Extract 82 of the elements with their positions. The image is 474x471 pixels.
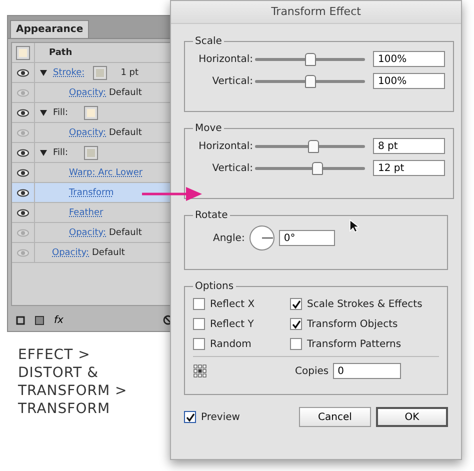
attribute-value: Default: [109, 128, 142, 138]
slider[interactable]: [255, 52, 365, 66]
checkbox[interactable]: [290, 318, 302, 330]
attribute-link[interactable]: Stroke:: [53, 68, 85, 78]
arrow-drawing: [142, 186, 202, 202]
attribute-link[interactable]: Feather: [69, 208, 104, 218]
slider[interactable]: [255, 74, 365, 88]
checkbox[interactable]: [193, 298, 205, 310]
group-title: Move: [194, 123, 223, 134]
checkbox[interactable]: [290, 338, 302, 350]
angle-dial[interactable]: [248, 225, 275, 251]
option-label: Scale Strokes & Effects: [307, 298, 422, 310]
option-label: Transform Patterns: [307, 338, 402, 350]
option-label: Reflect X: [210, 298, 255, 310]
slider-label: Vertical:: [211, 76, 253, 86]
dialog-button[interactable]: OK: [376, 407, 448, 427]
slider-thumb[interactable]: [305, 74, 316, 88]
eye-icon[interactable]: [17, 108, 29, 116]
square-icon[interactable]: [35, 316, 44, 324]
slider-label: Horizontal:: [198, 54, 253, 64]
attribute-value: Default: [92, 248, 125, 258]
fx-button[interactable]: fx: [54, 314, 64, 326]
caption-line: TRANSFORM: [18, 400, 112, 418]
panel-tab[interactable]: Appearance: [10, 20, 90, 38]
eye-icon[interactable]: [17, 168, 29, 176]
attribute-value: 1 pt: [120, 68, 139, 78]
slider-label: Horizontal:: [198, 140, 253, 152]
reference-point-icon[interactable]: [193, 364, 207, 378]
triangle-icon[interactable]: [40, 150, 47, 156]
object-label: Path: [49, 48, 72, 58]
checkbox[interactable]: [184, 411, 196, 423]
value-field[interactable]: 100%: [373, 51, 445, 67]
slider[interactable]: [255, 162, 365, 174]
attribute-link[interactable]: Warp: Arc Lower: [69, 168, 143, 178]
cursor-icon: [349, 219, 359, 233]
slider[interactable]: [255, 140, 365, 152]
attribute-link[interactable]: Transform: [69, 188, 114, 198]
triangle-icon[interactable]: [40, 70, 47, 76]
color-swatch[interactable]: [84, 106, 98, 120]
slider-thumb[interactable]: [312, 162, 323, 174]
slider-thumb[interactable]: [305, 52, 316, 66]
triangle-icon[interactable]: [40, 110, 47, 116]
dialog-title: Transform Effect: [171, 1, 461, 24]
attribute-label: Fill:: [53, 108, 68, 118]
angle-field[interactable]: 0°: [278, 230, 335, 246]
color-swatch[interactable]: [92, 66, 107, 80]
group-title: Rotate: [194, 210, 229, 221]
eye-icon[interactable]: [17, 68, 29, 76]
group-title: Options: [194, 281, 235, 292]
eye-icon[interactable]: [17, 188, 29, 196]
copies-field[interactable]: 0: [332, 363, 401, 379]
color-swatch[interactable]: [16, 46, 30, 60]
checkbox[interactable]: [193, 338, 205, 350]
slider-thumb[interactable]: [308, 140, 320, 152]
value-field[interactable]: 12 pt: [373, 160, 445, 176]
attribute-value: Default: [109, 228, 142, 238]
value-field[interactable]: 8 pt: [373, 138, 445, 154]
color-swatch[interactable]: [84, 146, 98, 160]
option-label: Transform Objects: [307, 318, 398, 330]
attribute-label: Fill:: [53, 148, 68, 158]
eye-icon[interactable]: [17, 208, 29, 216]
dialog-button[interactable]: Cancel: [299, 407, 371, 427]
attribute-link[interactable]: Opacity:: [69, 88, 106, 98]
checkbox[interactable]: [193, 318, 205, 330]
caption-line: TRANSFORM >: [18, 382, 128, 400]
copies-label: Copies: [295, 366, 329, 376]
caption-line: EFFECT >: [18, 346, 92, 364]
attribute-link[interactable]: Opacity:: [69, 128, 106, 138]
attribute-link[interactable]: Opacity:: [69, 228, 106, 238]
angle-label: Angle:: [213, 232, 245, 244]
square-icon[interactable]: [16, 316, 25, 324]
eye-icon[interactable]: [17, 148, 29, 156]
attribute-link[interactable]: Opacity:: [52, 248, 89, 258]
group-title: Scale: [194, 36, 223, 47]
checkbox[interactable]: [290, 298, 302, 310]
caption-line: DISTORT &: [18, 364, 100, 382]
attribute-value: Default: [109, 88, 142, 98]
option-label: Reflect Y: [210, 318, 254, 330]
value-field[interactable]: 100%: [373, 73, 445, 89]
preview-label: Preview: [201, 412, 240, 422]
slider-label: Vertical:: [211, 162, 253, 174]
option-label: Random: [210, 338, 252, 350]
